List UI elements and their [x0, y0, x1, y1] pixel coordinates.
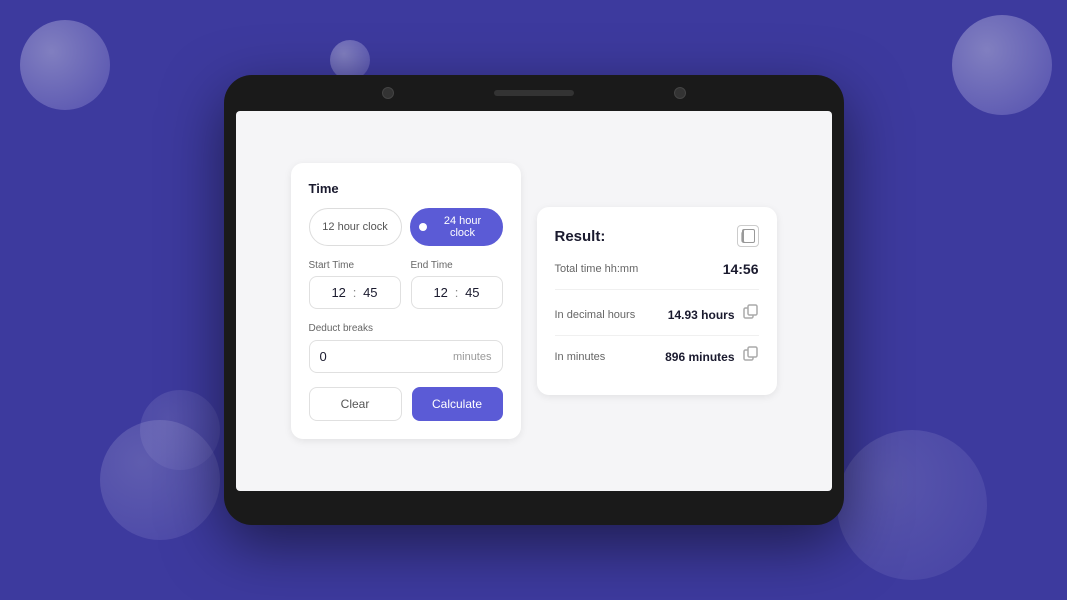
- copy-all-button[interactable]: [737, 225, 759, 247]
- copy-decimal-button[interactable]: [743, 304, 759, 325]
- deduct-unit: minutes: [453, 351, 492, 363]
- calculate-button[interactable]: Calculate: [412, 387, 503, 421]
- result-title: Result:: [555, 228, 606, 245]
- copy-minutes-button[interactable]: [743, 346, 759, 367]
- time-inputs-row: Start Time 12 : 45 End Time 12 : 45: [309, 260, 503, 309]
- action-buttons: Clear Calculate: [309, 387, 503, 421]
- 24-hour-clock-button[interactable]: 24 hour clock: [410, 208, 503, 246]
- decorative-bubble-mr: [837, 430, 987, 580]
- 24-hour-label: 24 hour clock: [432, 215, 494, 239]
- camera-right: [674, 87, 686, 99]
- decorative-bubble-tm: [330, 40, 370, 80]
- end-time-label: End Time: [411, 260, 503, 271]
- deduct-value: 0: [320, 349, 327, 364]
- decimal-hours-label: In decimal hours: [555, 309, 636, 321]
- end-time-group: End Time 12 : 45: [411, 260, 503, 309]
- decorative-bubble-tl: [20, 20, 110, 110]
- end-separator: :: [455, 285, 459, 300]
- copy-all-icon: [741, 229, 755, 243]
- decorative-bubble-ml2: [140, 390, 220, 470]
- end-minutes: 45: [462, 285, 482, 300]
- end-hours: 12: [431, 285, 451, 300]
- decimal-hours-right: 14.93 hours: [668, 304, 759, 325]
- result-card: Result: Total time hh:mm 14:56 In decima…: [537, 207, 777, 395]
- copy-decimal-icon: [743, 304, 759, 320]
- total-time-label: Total time hh:mm: [555, 263, 639, 275]
- total-time-row: Total time hh:mm 14:56: [555, 261, 759, 290]
- minutes-row: In minutes 896 minutes: [555, 336, 759, 377]
- active-dot: [419, 223, 427, 231]
- end-time-input[interactable]: 12 : 45: [411, 276, 503, 309]
- copy-minutes-icon: [743, 346, 759, 362]
- start-hours: 12: [329, 285, 349, 300]
- deduct-breaks-label: Deduct breaks: [309, 323, 503, 334]
- start-time-group: Start Time 12 : 45: [309, 260, 401, 309]
- tablet-top-bar: [224, 75, 844, 111]
- tablet-frame: Time 12 hour clock 24 hour clock Start T…: [224, 75, 844, 525]
- clock-toggle-group: 12 hour clock 24 hour clock: [309, 208, 503, 246]
- start-separator: :: [353, 285, 357, 300]
- minutes-value: 896 minutes: [665, 350, 734, 364]
- minutes-right: 896 minutes: [665, 346, 758, 367]
- clear-button[interactable]: Clear: [309, 387, 402, 421]
- decorative-bubble-ml: [100, 420, 220, 540]
- time-card-title: Time: [309, 181, 503, 196]
- decorative-bubble-tr: [952, 15, 1052, 115]
- 12-hour-clock-button[interactable]: 12 hour clock: [309, 208, 402, 246]
- total-time-value: 14:56: [723, 261, 759, 277]
- decimal-hours-row: In decimal hours 14.93 hours: [555, 294, 759, 336]
- camera-left: [382, 87, 394, 99]
- result-header: Result:: [555, 225, 759, 247]
- tablet-screen: Time 12 hour clock 24 hour clock Start T…: [236, 111, 832, 491]
- minutes-label: In minutes: [555, 351, 606, 363]
- speaker: [494, 90, 574, 96]
- deduct-breaks-input[interactable]: 0 minutes: [309, 340, 503, 373]
- decimal-hours-value: 14.93 hours: [668, 308, 735, 322]
- time-card: Time 12 hour clock 24 hour clock Start T…: [291, 163, 521, 439]
- start-minutes: 45: [360, 285, 380, 300]
- start-time-input[interactable]: 12 : 45: [309, 276, 401, 309]
- start-time-label: Start Time: [309, 260, 401, 271]
